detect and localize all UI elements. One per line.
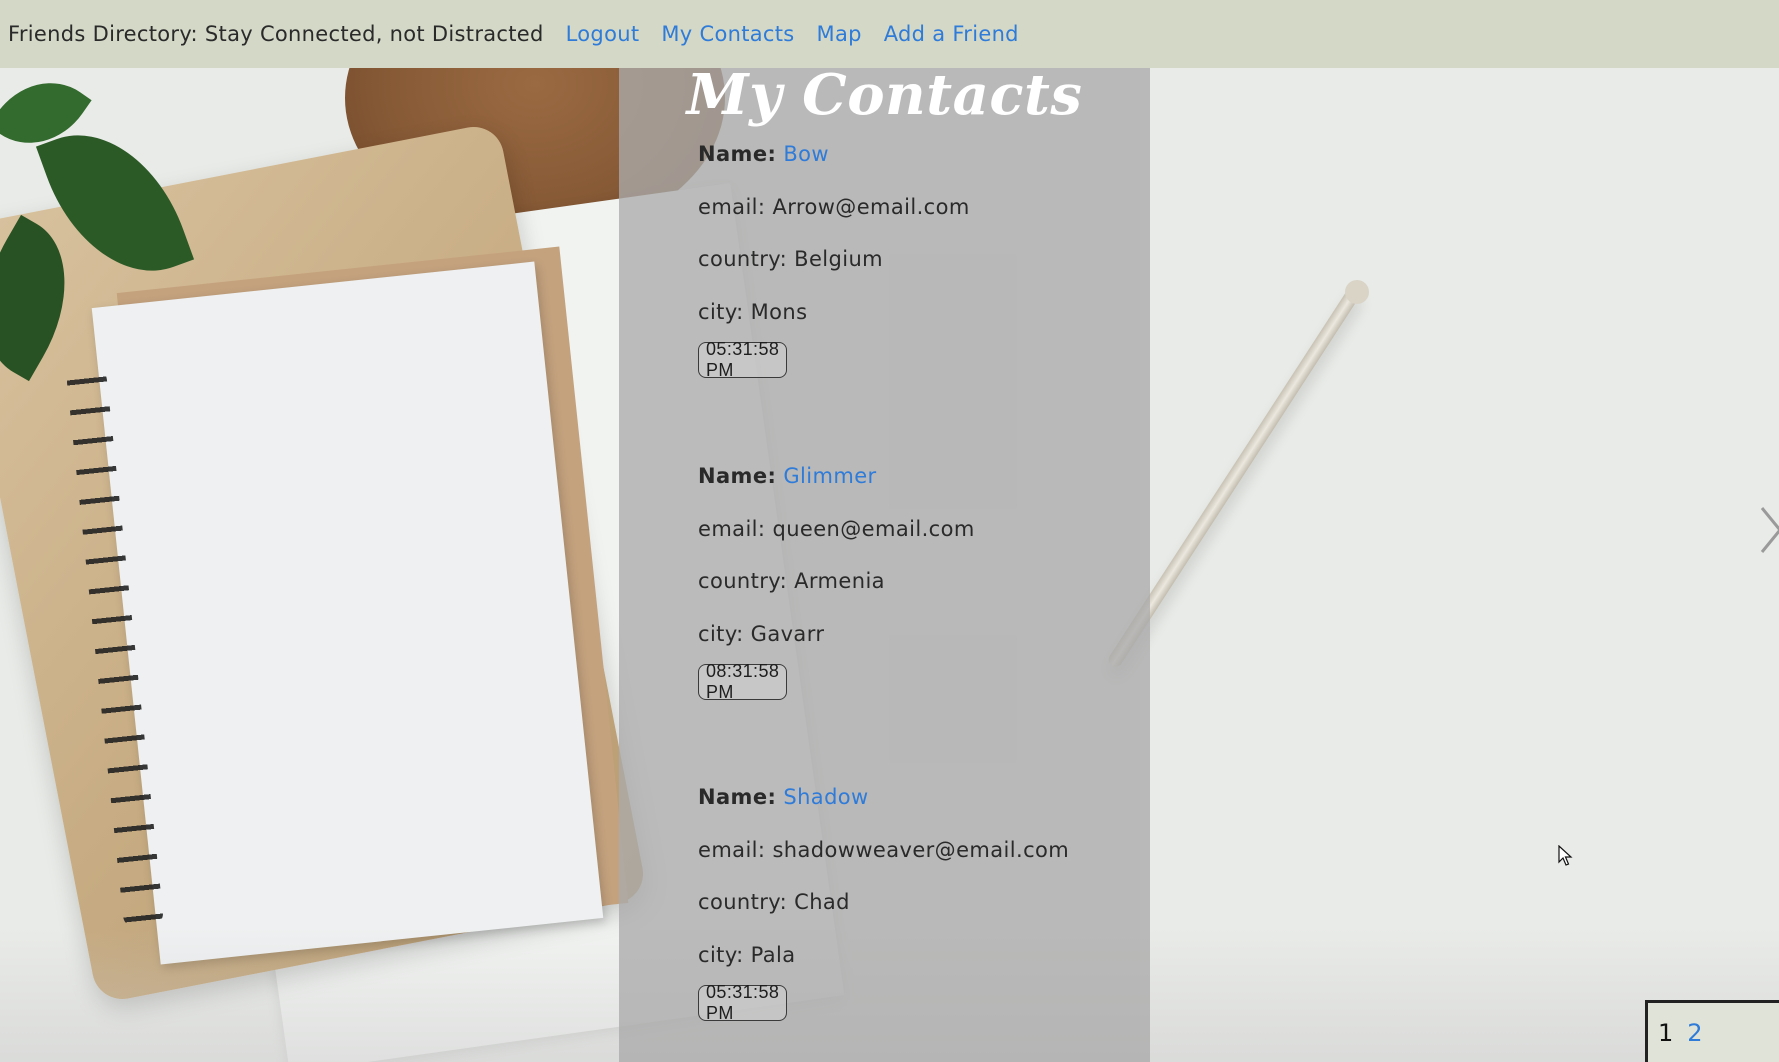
contact-country: country: Chad [698, 890, 850, 914]
local-time-button[interactable]: 08:31:58 PM [698, 661, 788, 702]
contact-city: city: Mons [698, 300, 808, 324]
page-2-link[interactable]: 2 [1687, 1019, 1702, 1047]
nav-add-friend-link[interactable]: Add a Friend [884, 22, 1019, 46]
contact-city: city: Pala [698, 943, 796, 967]
contacts-panel: My Contacts Name: Bow email: Arrow@email… [619, 68, 1150, 1062]
chevron-right-icon[interactable] [1756, 500, 1779, 560]
name-label: Name: [698, 785, 777, 809]
nav-map-link[interactable]: Map [817, 22, 862, 46]
contact-email: email: shadowweaver@email.com [698, 838, 1070, 862]
notebook-decoration [91, 261, 604, 965]
contact-city: city: Gavarr [698, 622, 825, 646]
contact-name-row: Name: Glimmer [698, 464, 877, 488]
pagination: 1 2 [1645, 1000, 1779, 1062]
contact-email: email: queen@email.com [698, 517, 975, 541]
local-time-button[interactable]: 05:31:58 PM [698, 982, 788, 1023]
nav-my-contacts-link[interactable]: My Contacts [661, 22, 794, 46]
page-1-current: 1 [1658, 1018, 1674, 1047]
contact-name-row: Name: Bow [698, 142, 829, 166]
nav-logout-link[interactable]: Logout [566, 22, 640, 46]
contact-name-link[interactable]: Bow [783, 142, 829, 166]
pen-clip-decoration [1345, 280, 1369, 304]
contact-name-row: Name: Shadow [698, 785, 869, 809]
name-label: Name: [698, 142, 777, 166]
contact-name-link[interactable]: Glimmer [783, 464, 876, 488]
contact-country: country: Armenia [698, 569, 885, 593]
top-nav: Friends Directory: Stay Connected, not D… [0, 0, 1779, 68]
contact-name-link[interactable]: Shadow [783, 785, 868, 809]
contact-country: country: Belgium [698, 247, 884, 271]
local-time-button[interactable]: 05:31:58 PM [698, 339, 788, 380]
site-brand: Friends Directory: Stay Connected, not D… [8, 22, 544, 46]
page-title: My Contacts [686, 68, 1083, 128]
name-label: Name: [698, 464, 777, 488]
contact-email: email: Arrow@email.com [698, 195, 970, 219]
mouse-pointer-icon [1558, 844, 1574, 867]
background-image: My Contacts Name: Bow email: Arrow@email… [0, 68, 1779, 1062]
